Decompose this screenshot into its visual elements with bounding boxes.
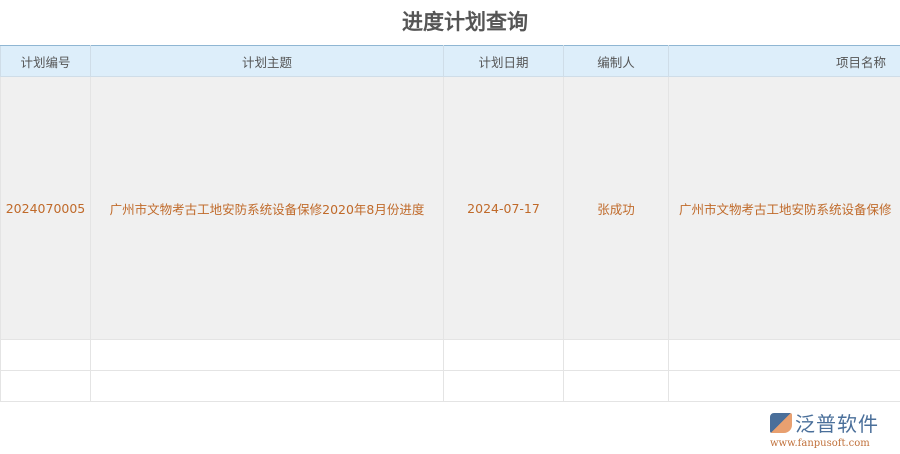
col-plan-date[interactable]: 计划日期: [443, 45, 564, 77]
plan-table: 计划编号 计划主题 计划日期 编制人 项目名称 2024070005 广州市文物…: [0, 45, 900, 402]
logo-mark-icon: [770, 412, 792, 433]
cell-plan-number: 2024070005: [0, 76, 91, 340]
cell-project-name: 广州市文物考古工地安防系统设备保修: [668, 76, 900, 340]
col-plan-subject[interactable]: 计划主题: [90, 45, 444, 77]
table-row[interactable]: 2024070005 广州市文物考古工地安防系统设备保修2020年8月份进度 2…: [0, 76, 900, 340]
cell-plan-subject: 广州市文物考古工地安防系统设备保修2020年8月份进度: [90, 76, 444, 340]
empty-row: [0, 339, 900, 371]
logo-url: www.fanpusoft.com: [770, 438, 870, 449]
logo-name: 泛普软件: [795, 412, 879, 436]
empty-row: [0, 370, 900, 402]
fanpusoft-logo: 泛普软件 www.fanpusoft.com: [770, 408, 895, 449]
page-title: 进度计划查询: [402, 10, 528, 34]
cell-author: 张成功: [563, 76, 669, 340]
col-author[interactable]: 编制人: [563, 45, 669, 77]
col-plan-number[interactable]: 计划编号: [0, 45, 91, 77]
cell-plan-date: 2024-07-17: [443, 76, 564, 340]
col-project-name[interactable]: 项目名称: [668, 45, 900, 77]
table-header: 计划编号 计划主题 计划日期 编制人 项目名称: [0, 45, 900, 77]
